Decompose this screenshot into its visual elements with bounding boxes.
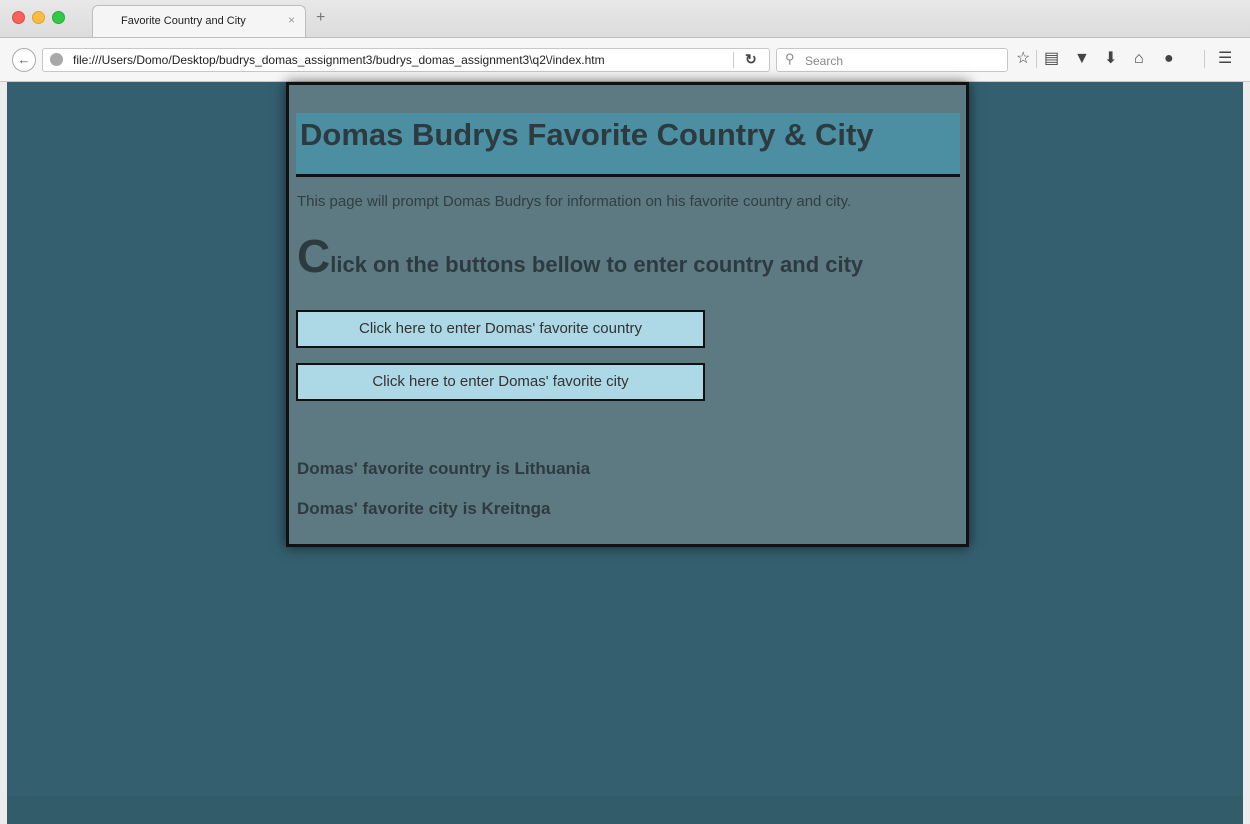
back-button[interactable]: ← <box>12 48 36 72</box>
instruction-text: lick on the buttons bellow to enter coun… <box>330 252 864 277</box>
country-result: Domas' favorite country is Lithuania <box>297 459 591 478</box>
new-tab-button[interactable]: + <box>316 9 325 27</box>
navigation-bar: ← file:///Users/Domo/Desktop/budrys_doma… <box>0 38 1250 82</box>
toolbar-separator <box>1204 50 1205 68</box>
intro-text: This page will prompt Domas Budrys for i… <box>297 193 852 210</box>
enter-country-button[interactable]: Click here to enter Domas' favorite coun… <box>296 310 705 348</box>
tab-bar: Favorite Country and City × + <box>0 0 1250 38</box>
url-text[interactable]: file:///Users/Domo/Desktop/budrys_domas_… <box>73 53 605 67</box>
tab-title: Favorite Country and City <box>121 15 246 27</box>
page-title: Domas Budrys Favorite Country & City <box>300 117 874 152</box>
star-icon[interactable]: ☆ <box>1016 50 1030 68</box>
home-icon[interactable]: ⌂ <box>1134 50 1144 68</box>
reload-icon[interactable]: ↻ <box>745 51 757 68</box>
url-bar[interactable]: file:///Users/Domo/Desktop/budrys_domas_… <box>42 48 770 72</box>
reading-list-icon[interactable]: ▤ <box>1044 50 1059 68</box>
header-banner: Domas Budrys Favorite Country & City <box>296 113 960 177</box>
drop-cap: C <box>297 230 331 282</box>
menu-icon[interactable]: ☰ <box>1218 50 1232 68</box>
url-separator <box>733 52 734 68</box>
download-icon[interactable]: ⬇ <box>1104 50 1117 68</box>
back-arrow-icon: ← <box>17 52 31 67</box>
minimize-window-button[interactable] <box>32 11 45 24</box>
search-icon: ⚲ <box>785 51 795 66</box>
close-window-button[interactable] <box>12 11 25 24</box>
globe-icon <box>50 53 63 66</box>
tab-close-icon[interactable]: × <box>288 13 295 27</box>
pocket-icon[interactable]: ▼ <box>1074 50 1090 68</box>
search-placeholder: Search <box>805 54 844 68</box>
search-input[interactable]: ⚲ Search <box>776 48 1008 72</box>
city-result: Domas' favorite city is Kreitnga <box>297 499 551 518</box>
instruction-heading: Click on the buttons bellow to enter cou… <box>297 233 863 279</box>
browser-tab[interactable]: Favorite Country and City × <box>92 5 306 37</box>
viewport-bottom-strip <box>7 796 1243 824</box>
zoom-window-button[interactable] <box>52 11 65 24</box>
page-viewport: Domas Budrys Favorite Country & City Thi… <box>7 82 1243 824</box>
content-card: Domas Budrys Favorite Country & City Thi… <box>286 82 969 547</box>
chat-icon[interactable]: ● <box>1164 50 1174 68</box>
toolbar-separator <box>1036 50 1037 68</box>
enter-city-button[interactable]: Click here to enter Domas' favorite city <box>296 363 705 401</box>
